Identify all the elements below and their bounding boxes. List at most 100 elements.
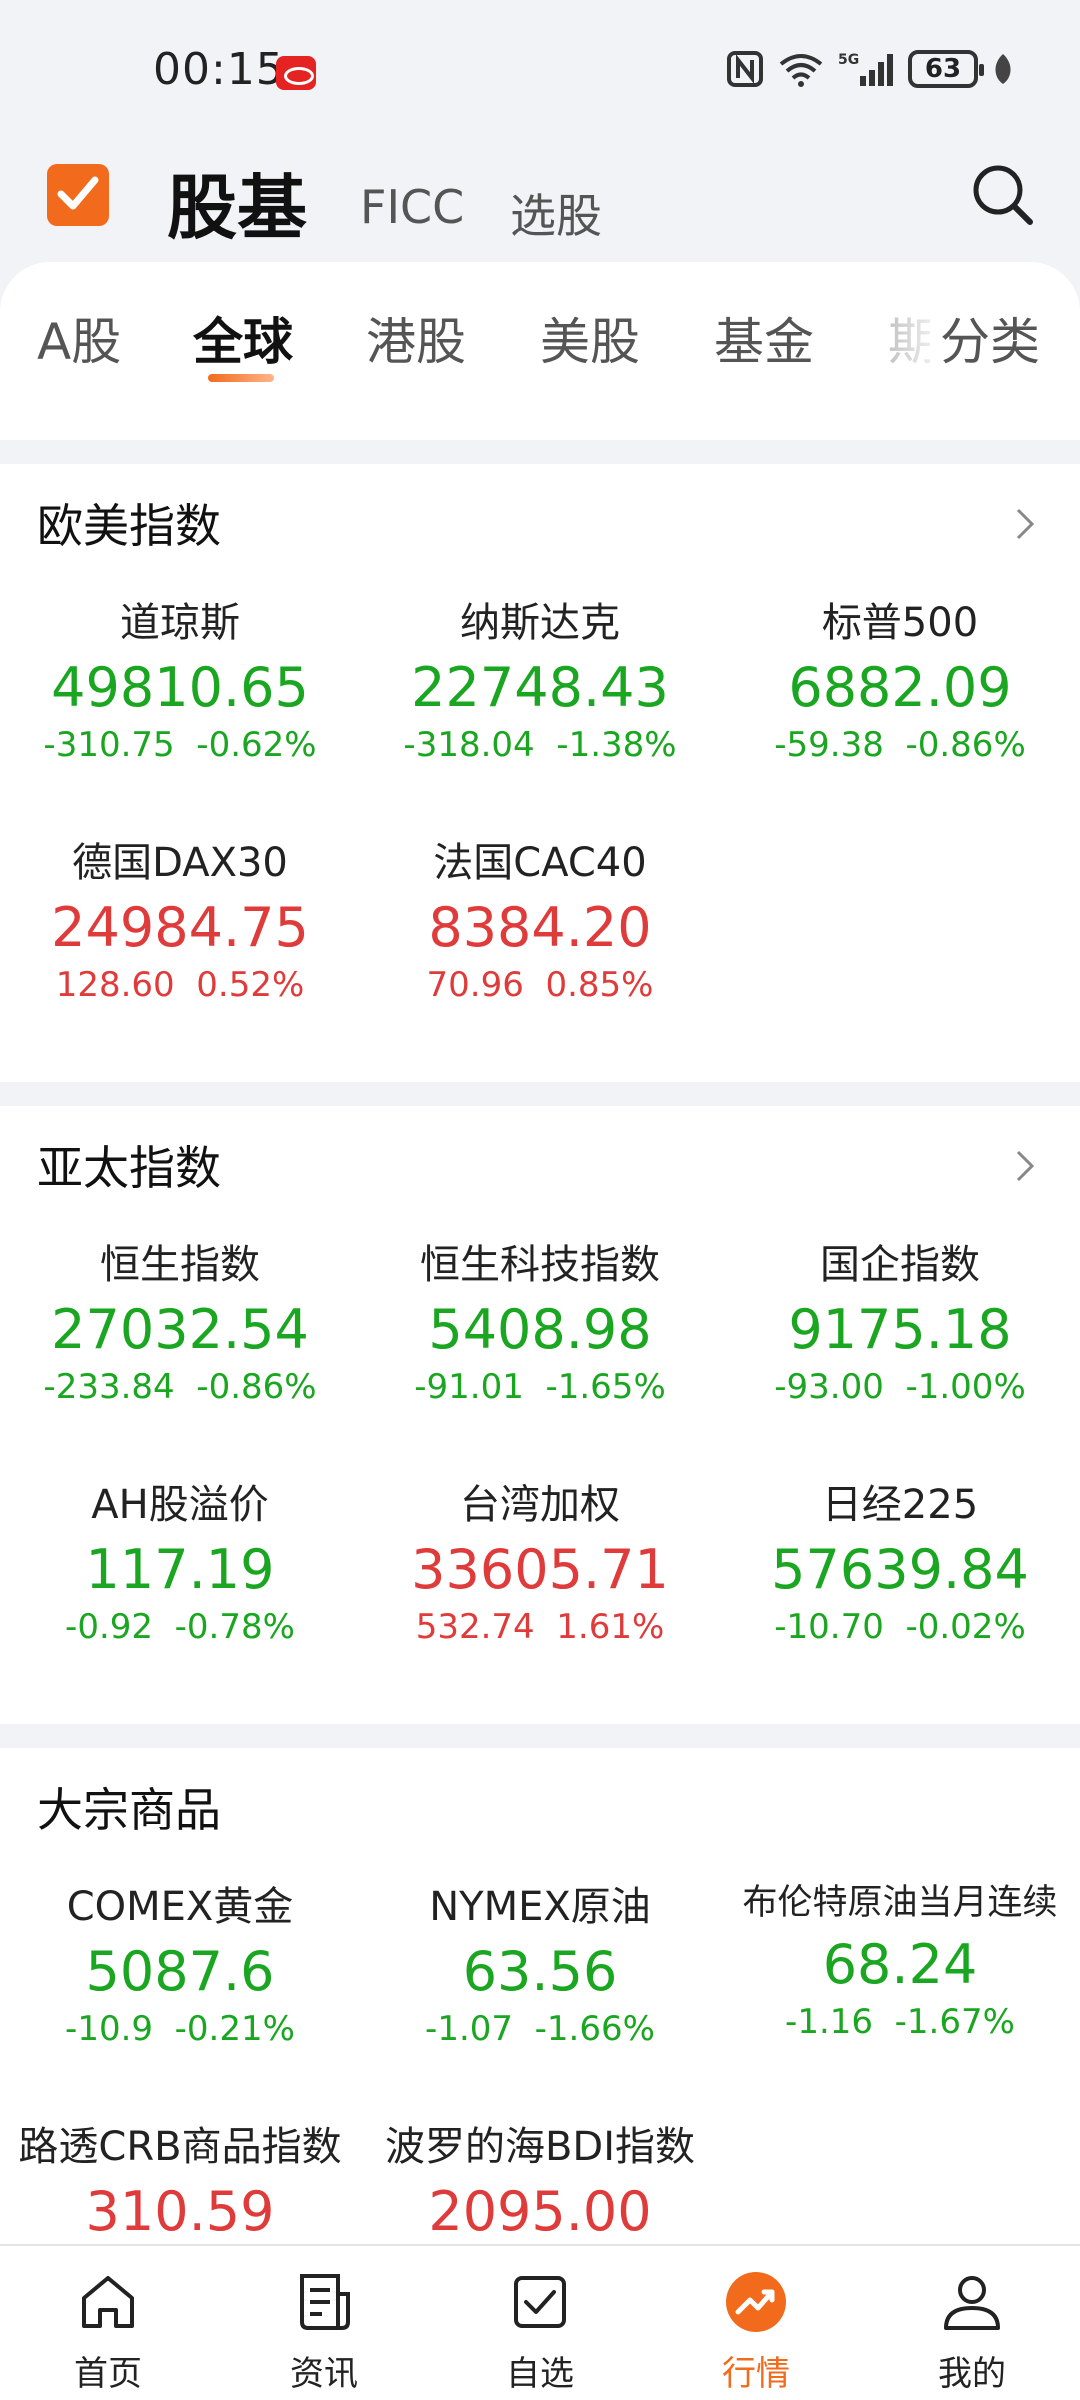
quote-taiwan-weighted[interactable]: 台湾加权 33605.71 532.74 1.61%	[360, 1472, 720, 1647]
quote-change-value: 128.60	[55, 965, 175, 1005]
quote-change-pct: -1.00%	[905, 1367, 1026, 1407]
status-time: 00:15	[153, 44, 285, 95]
chevron-right-icon[interactable]	[1010, 1146, 1040, 1186]
section-title: 亚太指数	[37, 1141, 221, 1195]
quote-cac40[interactable]: 法国CAC40 8384.20 70.96 0.85%	[360, 830, 720, 1005]
nav-label: 我的	[938, 2354, 1006, 2394]
nav-label: 自选	[506, 2354, 574, 2394]
nav-market[interactable]: 行情	[648, 2246, 864, 2400]
status-icons: 5G 63	[726, 50, 1014, 88]
quote-ah-premium[interactable]: AH股溢价 117.19 -0.92 -0.78%	[0, 1472, 360, 1647]
quote-change-value: -10.70	[774, 1607, 884, 1647]
quote-change: -1.07 -1.66%	[360, 2009, 720, 2049]
quote-change: 532.74 1.61%	[360, 1607, 720, 1647]
quote-name: 国企指数	[820, 1242, 980, 1288]
subtab-a-share[interactable]: A股	[37, 302, 121, 374]
quote-change-pct: -1.66%	[534, 2009, 655, 2049]
nav-profile[interactable]: 我的	[864, 2246, 1080, 2400]
app-notification-icon	[276, 56, 316, 90]
search-icon[interactable]	[968, 160, 1038, 230]
quote-bdi-index[interactable]: 波罗的海BDI指数 2095.00	[360, 2114, 720, 2243]
subtab-fund[interactable]: 基金	[714, 302, 814, 374]
quote-nasdaq[interactable]: 纳斯达克 22748.43 -318.04 -1.38%	[360, 590, 720, 765]
app-screen: 00:15 5G 63 股基 FICC 选股 A股 全球 港股 美股 基金 期 …	[0, 0, 1080, 2400]
nav-news[interactable]: 资讯	[216, 2246, 432, 2400]
tab-stock-picker[interactable]: 选股	[510, 180, 602, 246]
quote-change-pct: -1.67%	[894, 2002, 1015, 2042]
app-logo-icon	[47, 164, 109, 226]
battery-icon: 63	[908, 50, 984, 88]
quote-name: 法国CAC40	[433, 840, 647, 886]
top-header: 股基 FICC 选股	[0, 140, 1080, 260]
section-euro-us-indices: 欧美指数 道琼斯 49810.65 -310.75 -0.62% 纳斯达克 22…	[0, 464, 1080, 1064]
tab-ficc[interactable]: FICC	[360, 180, 464, 234]
bottom-nav: 首页 资讯 自选 行情 我的	[0, 2244, 1080, 2400]
nav-home[interactable]: 首页	[0, 2246, 216, 2400]
quote-nikkei225[interactable]: 日经225 57639.84 -10.70 -0.02%	[720, 1472, 1080, 1647]
quote-price: 9175.18	[788, 1298, 1012, 1361]
section-asia-pacific-indices: 亚太指数 恒生指数 27032.54 -233.84 -0.86% 恒生科技指数…	[0, 1106, 1080, 1706]
market-content: A股 全球 港股 美股 基金 期 分类 欧美指数 道琼斯 49810.65 -3…	[0, 262, 1080, 2400]
quote-change: -10.9 -0.21%	[0, 2009, 360, 2049]
quote-hang-seng[interactable]: 恒生指数 27032.54 -233.84 -0.86%	[0, 1232, 360, 1407]
quote-dow-jones[interactable]: 道琼斯 49810.65 -310.75 -0.62%	[0, 590, 360, 765]
subtab-global[interactable]: 全球	[193, 302, 293, 374]
section-title: 大宗商品	[37, 1783, 221, 1837]
quote-change-value: -1.07	[425, 2009, 514, 2049]
quote-price: 6882.09	[788, 656, 1012, 719]
quote-change-value: -93.00	[774, 1367, 884, 1407]
nav-label: 行情	[722, 2354, 790, 2394]
category-button[interactable]: 分类	[930, 302, 1040, 374]
quote-price: 22748.43	[411, 656, 669, 719]
quote-name: 恒生科技指数	[420, 1242, 660, 1288]
quote-name: COMEX黄金	[66, 1884, 294, 1930]
quote-nymex-crude[interactable]: NYMEX原油 63.56 -1.07 -1.66%	[360, 1874, 720, 2049]
quote-comex-gold[interactable]: COMEX黄金 5087.6 -10.9 -0.21%	[0, 1874, 360, 2049]
quote-dax30[interactable]: 德国DAX30 24984.75 128.60 0.52%	[0, 830, 360, 1005]
quote-price: 8384.20	[428, 896, 652, 959]
chevron-right-icon[interactable]	[1010, 504, 1040, 544]
quote-change: -91.01 -1.65%	[360, 1367, 720, 1407]
section-gap	[0, 440, 1080, 464]
quote-change-value: -10.9	[65, 2009, 154, 2049]
quote-hang-seng-tech[interactable]: 恒生科技指数 5408.98 -91.01 -1.65%	[360, 1232, 720, 1407]
quote-sp500[interactable]: 标普500 6882.09 -59.38 -0.86%	[720, 590, 1080, 765]
profile-icon	[944, 2276, 1000, 2330]
quote-change-pct: 1.61%	[556, 1607, 665, 1647]
quote-change: 128.60 0.52%	[0, 965, 360, 1005]
quote-change-value: 70.96	[426, 965, 524, 1005]
quote-price: 33605.71	[411, 1538, 669, 1601]
subtab-hk[interactable]: 港股	[366, 302, 466, 374]
quote-name: 日经225	[821, 1482, 979, 1528]
svg-text:5G: 5G	[838, 52, 859, 68]
quote-name: 德国DAX30	[72, 840, 288, 886]
quote-change: -318.04 -1.38%	[360, 725, 720, 765]
quote-change: -233.84 -0.86%	[0, 1367, 360, 1407]
quote-price: 5087.6	[85, 1940, 275, 2003]
tab-stock-fund[interactable]: 股基	[167, 152, 307, 253]
quote-crb-index[interactable]: 路透CRB商品指数 310.59	[0, 2114, 360, 2243]
home-icon	[82, 2276, 134, 2328]
quote-change-value: -310.75	[43, 725, 175, 765]
nav-watchlist[interactable]: 自选	[432, 2246, 648, 2400]
quote-price: 5408.98	[428, 1298, 652, 1361]
quote-price: 49810.65	[51, 656, 309, 719]
quote-change-value: -91.01	[414, 1367, 524, 1407]
nav-label: 首页	[74, 2354, 142, 2394]
quote-hscei[interactable]: 国企指数 9175.18 -93.00 -1.00%	[720, 1232, 1080, 1407]
quote-price: 117.19	[85, 1538, 275, 1601]
quote-price: 24984.75	[51, 896, 309, 959]
quote-brent-crude[interactable]: 布伦特原油当月连续 68.24 -1.16 -1.67%	[720, 1874, 1080, 2042]
quote-name: 纳斯达克	[460, 600, 620, 646]
quote-change-pct: 0.85%	[545, 965, 654, 1005]
quote-change-pct: -0.02%	[905, 1607, 1026, 1647]
quote-change: -10.70 -0.02%	[720, 1607, 1080, 1647]
quote-change-value: -233.84	[43, 1367, 175, 1407]
quote-change-value: 532.74	[415, 1607, 535, 1647]
market-subtabs: A股 全球 港股 美股 基金 期 分类	[0, 302, 1080, 392]
watchlist-icon	[514, 2276, 566, 2328]
subtab-us[interactable]: 美股	[540, 302, 640, 374]
leaf-icon	[995, 54, 1011, 84]
section-commodities: 大宗商品 COMEX黄金 5087.6 -10.9 -0.21% NYMEX原油…	[0, 1748, 1080, 2248]
quote-change-value: -318.04	[403, 725, 535, 765]
